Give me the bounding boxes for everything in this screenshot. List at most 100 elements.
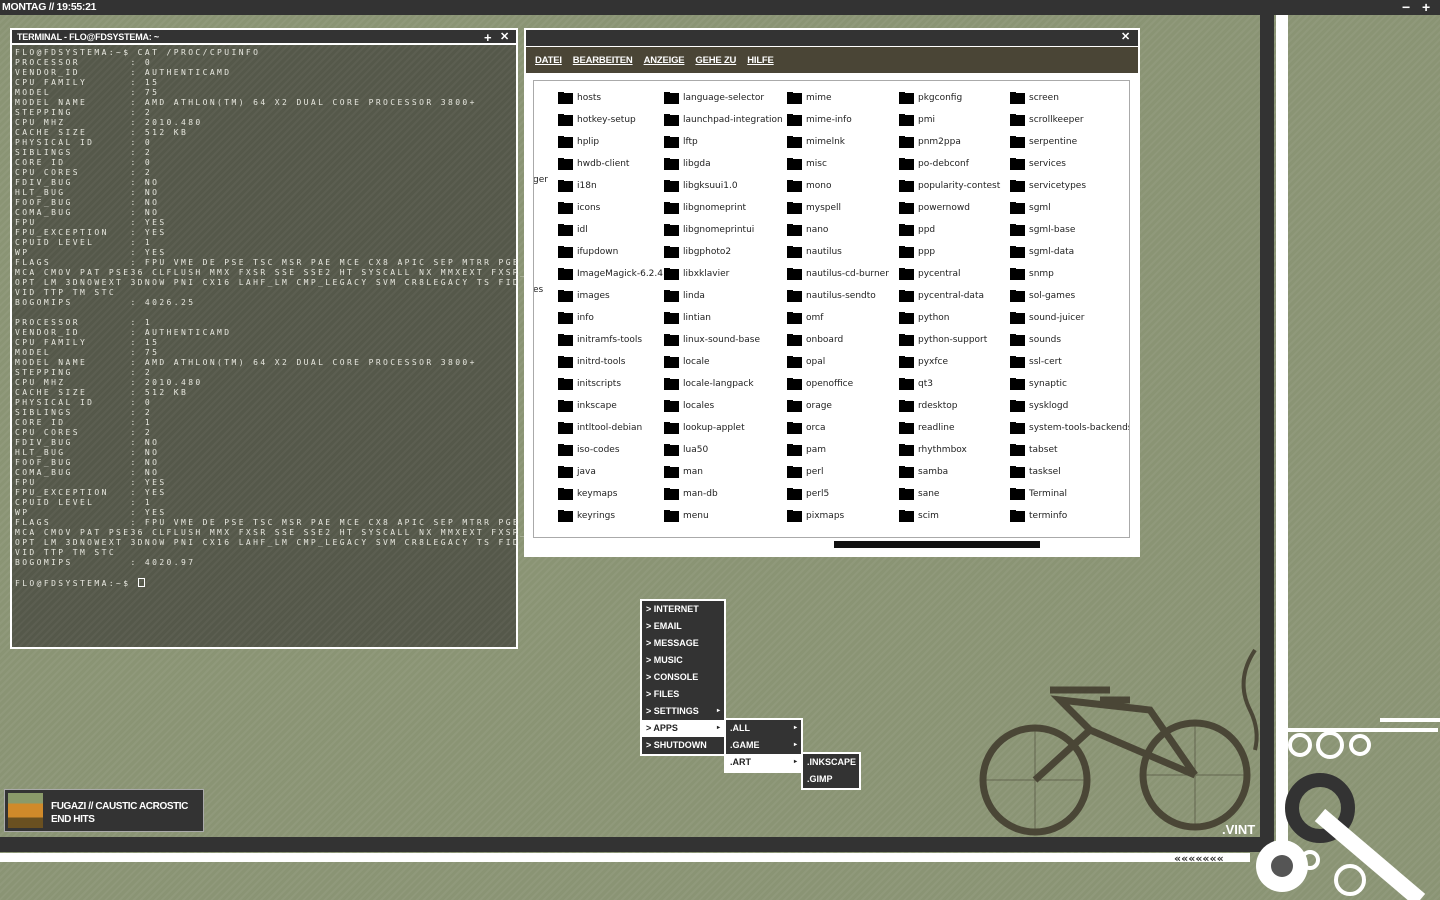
folder-item[interactable]: lua50 (664, 439, 783, 461)
menu-item-art[interactable]: .ART ▸ (726, 754, 801, 771)
terminal-prompt[interactable]: FLO@FDSYSTEMA:~$ (15, 578, 516, 589)
folder-item[interactable]: powernowd (899, 197, 1000, 219)
folder-item[interactable]: initscripts (558, 373, 663, 395)
folder-item[interactable]: python (899, 307, 1000, 329)
folder-item[interactable]: libxklavier (664, 263, 783, 285)
folder-item[interactable]: nautilus-sendto (787, 285, 889, 307)
folder-item[interactable]: lookup-applet (664, 417, 783, 439)
folder-item[interactable]: openoffice (787, 373, 889, 395)
folder-item[interactable]: perl5 (787, 483, 889, 505)
menu-anzeige[interactable]: ANZEIGE (644, 55, 685, 66)
folder-item[interactable]: python-support (899, 329, 1000, 351)
folder-item[interactable]: misc (787, 153, 889, 175)
folder-item[interactable]: serpentine (1010, 131, 1129, 153)
folder-item[interactable]: keyrings (558, 505, 663, 527)
terminal-titlebar[interactable]: TERMINAL - FLO@FDSYSTEMA: ~ + ✕ (12, 30, 516, 45)
folder-item[interactable]: language-selector (664, 87, 783, 109)
folder-item[interactable]: pyxfce (899, 351, 1000, 373)
menu-item-console[interactable]: > CONSOLE (642, 669, 724, 686)
folder-item[interactable]: sol-games (1010, 285, 1129, 307)
folder-item[interactable]: pixmaps (787, 505, 889, 527)
folder-item[interactable]: linda (664, 285, 783, 307)
menu-item-email[interactable]: > EMAIL (642, 618, 724, 635)
folder-item[interactable]: sound-juicer (1010, 307, 1129, 329)
menu-gehe-zu[interactable]: GEHE ZU (695, 55, 736, 66)
folder-item[interactable]: terminfo (1010, 505, 1129, 527)
folder-item[interactable]: hosts (558, 87, 663, 109)
folder-item[interactable]: keymaps (558, 483, 663, 505)
folder-item[interactable]: nautilus (787, 241, 889, 263)
folder-item[interactable]: i18n (558, 175, 663, 197)
close-icon[interactable]: ✕ (500, 30, 509, 45)
folder-item[interactable]: screen (1010, 87, 1129, 109)
menu-item-shutdown[interactable]: > SHUTDOWN (642, 737, 724, 754)
menu-item-files[interactable]: > FILES (642, 686, 724, 703)
menu-bearbeiten[interactable]: BEARBEITEN (573, 55, 633, 66)
folder-item[interactable]: locales (664, 395, 783, 417)
folder-item[interactable]: intltool-debian (558, 417, 663, 439)
folder-item[interactable]: tabset (1010, 439, 1129, 461)
folder-item[interactable]: iso-codes (558, 439, 663, 461)
folder-item[interactable]: ppd (899, 219, 1000, 241)
folder-item[interactable]: readline (899, 417, 1000, 439)
folder-item[interactable]: rhythmbox (899, 439, 1000, 461)
folder-item[interactable]: pmi (899, 109, 1000, 131)
folder-item[interactable]: libgphoto2 (664, 241, 783, 263)
folder-item[interactable]: sane (899, 483, 1000, 505)
folder-item[interactable]: ifupdown (558, 241, 663, 263)
folder-item[interactable]: man (664, 461, 783, 483)
folder-item[interactable]: orage (787, 395, 889, 417)
folder-item[interactable]: ssl-cert (1010, 351, 1129, 373)
folder-item[interactable]: pnm2ppa (899, 131, 1000, 153)
folder-item[interactable]: inkscape (558, 395, 663, 417)
folder-item[interactable]: java (558, 461, 663, 483)
folder-item[interactable]: perl (787, 461, 889, 483)
folder-item[interactable]: pycentral-data (899, 285, 1000, 307)
folder-item[interactable]: qt3 (899, 373, 1000, 395)
folder-item[interactable]: icons (558, 197, 663, 219)
close-icon[interactable]: ✕ (1121, 30, 1130, 45)
menu-item-game[interactable]: .GAME ▸ (726, 737, 801, 754)
folder-item[interactable]: sgml-base (1010, 219, 1129, 241)
folder-item[interactable]: omf (787, 307, 889, 329)
folder-item[interactable]: snmp (1010, 263, 1129, 285)
folder-item[interactable]: locale-langpack (664, 373, 783, 395)
folder-item[interactable]: initramfs-tools (558, 329, 663, 351)
folder-item[interactable]: man-db (664, 483, 783, 505)
menu-item-internet[interactable]: > INTERNET (642, 601, 724, 618)
folder-item[interactable]: po-debconf (899, 153, 1000, 175)
folder-item[interactable]: libgda (664, 153, 783, 175)
folder-item[interactable]: tasksel (1010, 461, 1129, 483)
add-icon[interactable]: + (484, 30, 492, 45)
menu-item-inkscape[interactable]: .INKSCAPE (803, 754, 859, 771)
folder-item[interactable]: pycentral (899, 263, 1000, 285)
folder-item[interactable]: libgnomeprint (664, 197, 783, 219)
menu-item-settings[interactable]: > SETTINGS ▸ (642, 703, 724, 720)
folder-item[interactable]: synaptic (1010, 373, 1129, 395)
folder-item[interactable]: lftp (664, 131, 783, 153)
folder-item[interactable]: scim (899, 505, 1000, 527)
folder-item[interactable]: system-tools-backends (1010, 417, 1129, 439)
folder-item[interactable]: services (1010, 153, 1129, 175)
folder-item[interactable]: hwdb-client (558, 153, 663, 175)
folder-item[interactable]: samba (899, 461, 1000, 483)
menu-hilfe[interactable]: HILFE (747, 55, 774, 66)
folder-item[interactable]: nano (787, 219, 889, 241)
folder-item[interactable]: servicetypes (1010, 175, 1129, 197)
folder-item[interactable]: hplip (558, 131, 663, 153)
folder-item[interactable]: mimelnk (787, 131, 889, 153)
folder-item[interactable]: mono (787, 175, 889, 197)
menu-item-gimp[interactable]: .GIMP (803, 771, 859, 788)
horizontal-scrollbar[interactable] (834, 541, 1040, 548)
menu-item-apps[interactable]: > APPS ▸ (642, 720, 724, 737)
file-icon-view[interactable]: ger es hosts hotkey-setup hplip hwdb-client… (533, 80, 1130, 538)
folder-item[interactable]: sysklogd (1010, 395, 1129, 417)
menu-datei[interactable]: DATEI (535, 55, 562, 66)
folder-item[interactable]: sgml-data (1010, 241, 1129, 263)
folder-item[interactable]: Terminal (1010, 483, 1129, 505)
folder-item[interactable]: info (558, 307, 663, 329)
folder-item[interactable]: linux-sound-base (664, 329, 783, 351)
folder-item[interactable]: initrd-tools (558, 351, 663, 373)
now-playing-widget[interactable]: FUGAZI // CAUSTIC ACROSTIC END HITS (4, 789, 204, 832)
file-manager-window[interactable]: ✕ DATEI BEARBEITEN ANZEIGE GEHE ZU HILFE… (524, 28, 1140, 557)
